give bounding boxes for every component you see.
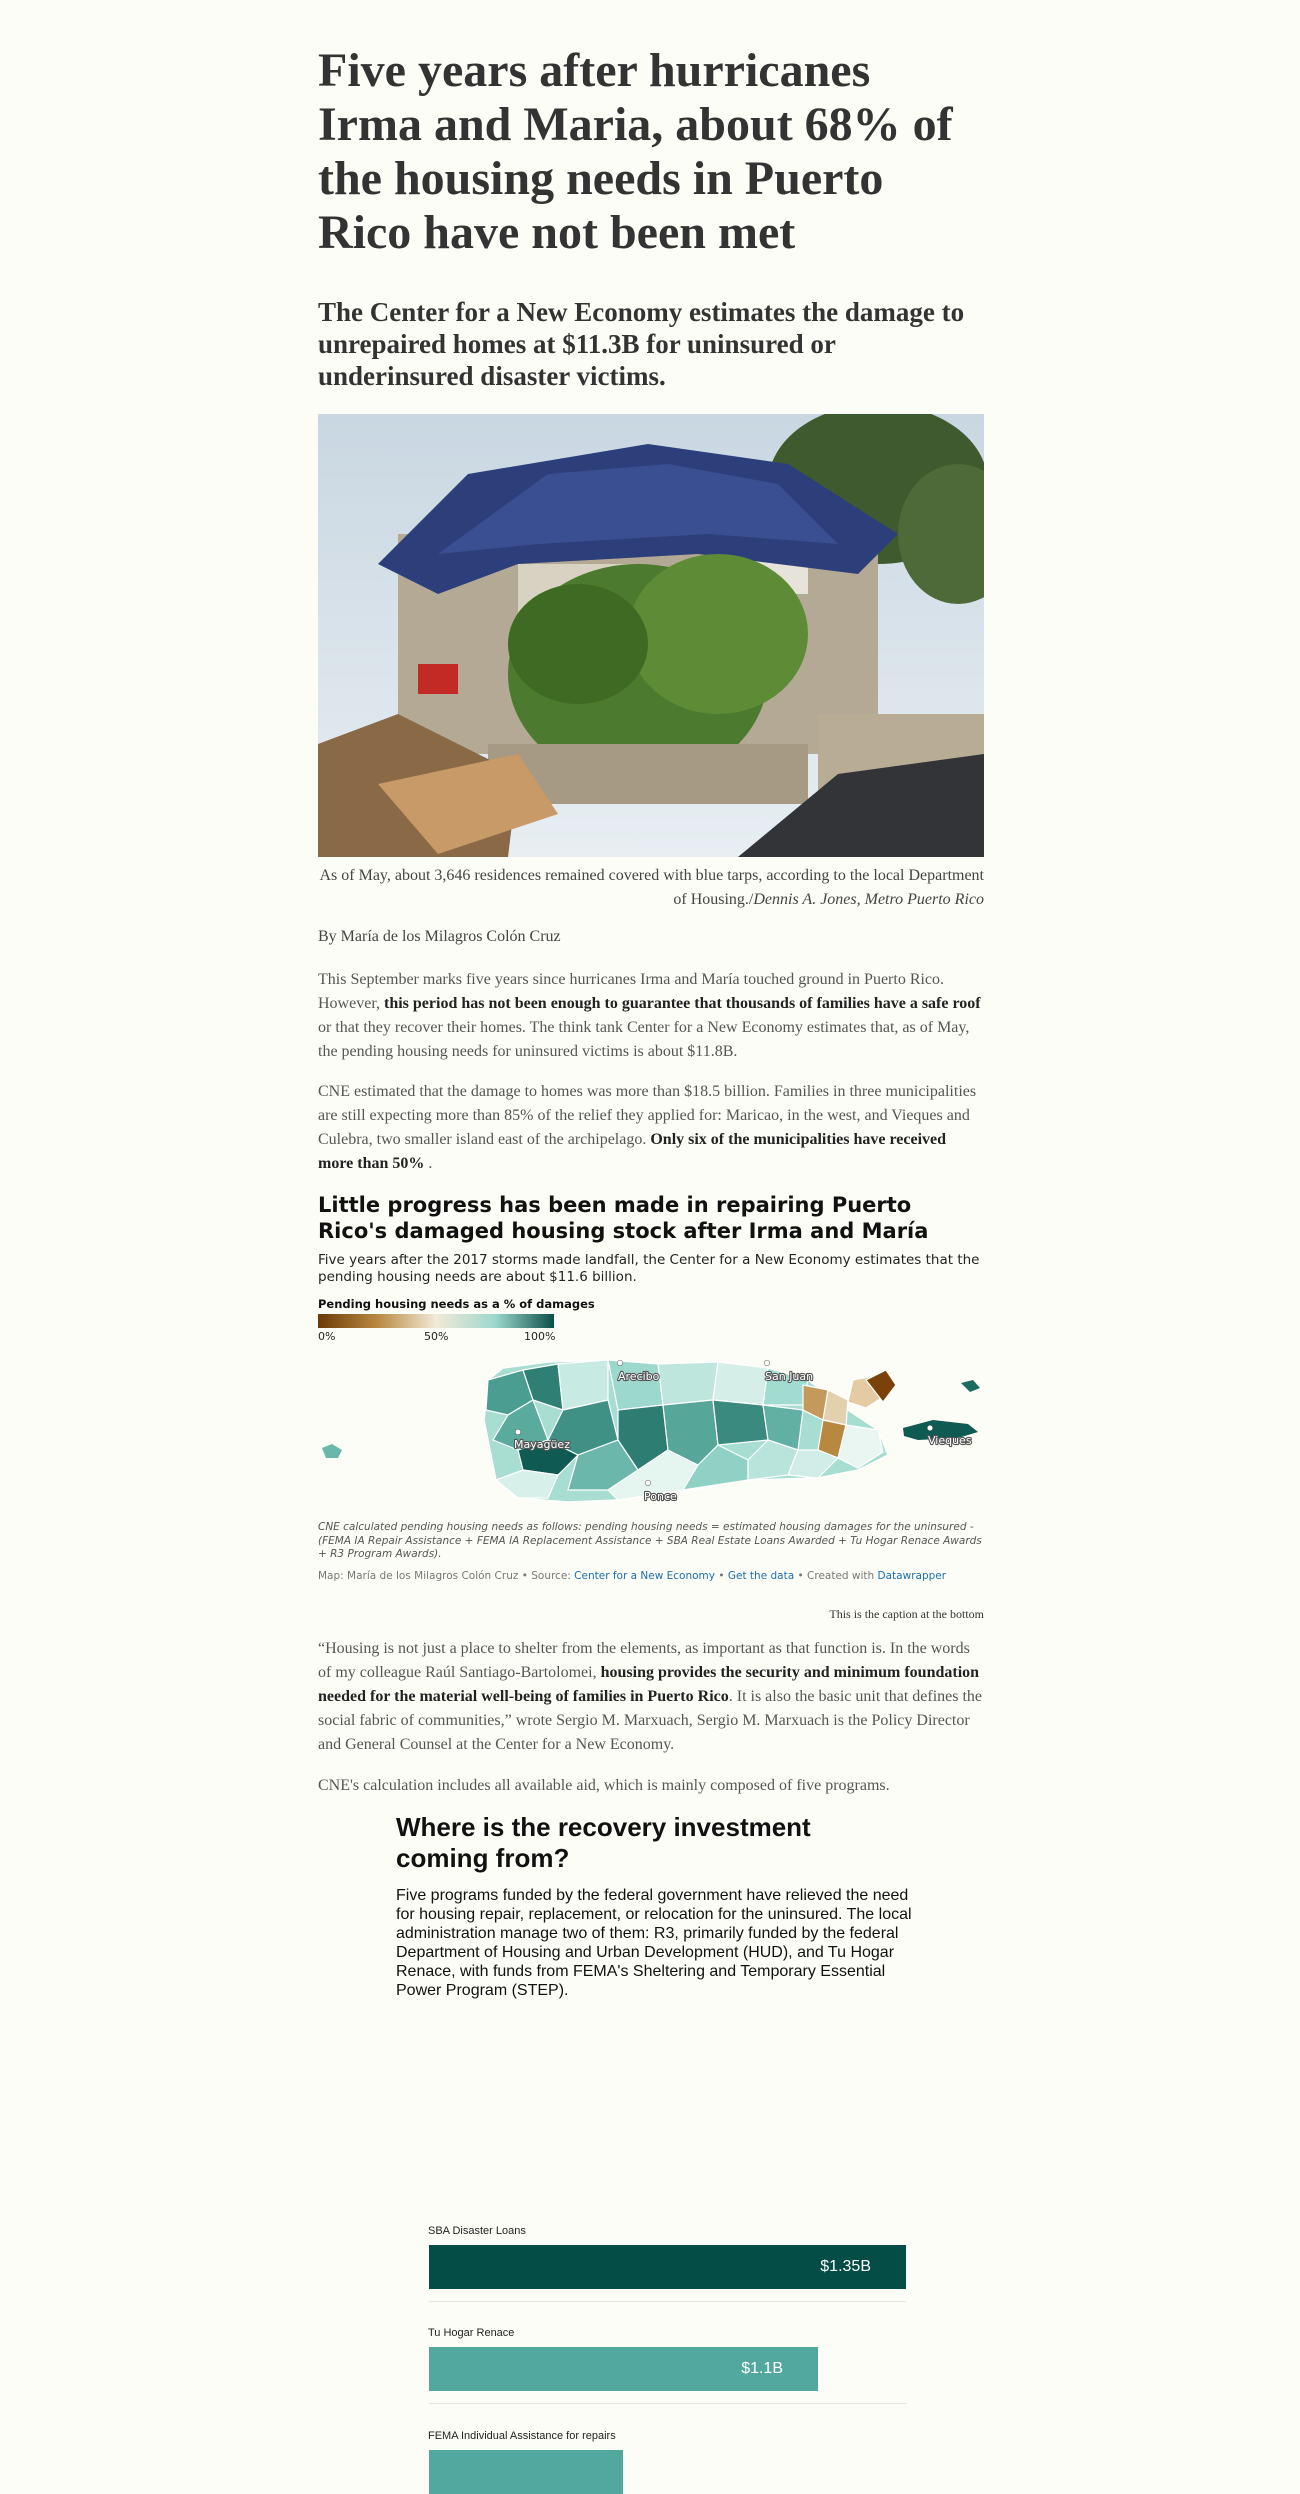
culebra-island[interactable] bbox=[961, 1380, 980, 1392]
ponce-marker bbox=[645, 1480, 651, 1486]
bar-value-label: $1.1B bbox=[741, 2360, 783, 2377]
paragraph-1-bold: this period has not been enough to guara… bbox=[384, 995, 981, 1012]
mona-island bbox=[322, 1444, 342, 1458]
bar-separator bbox=[429, 2301, 906, 2302]
city-label-ponce: Ponce bbox=[644, 1490, 677, 1503]
paragraph-2: CNE estimated that the damage to homes w… bbox=[318, 1080, 984, 1176]
investment-description: Five programs funded by the federal gove… bbox=[396, 1887, 912, 1999]
municipality[interactable] bbox=[607, 1359, 664, 1411]
municipality[interactable] bbox=[657, 1361, 719, 1406]
map-methodology-note: CNE calculated pending housing needs as … bbox=[318, 1521, 982, 1560]
map-title: Little progress has been made in repairi… bbox=[318, 1193, 929, 1243]
photo-caption: As of May, about 3,646 residences remain… bbox=[318, 864, 984, 912]
bar[interactable] bbox=[429, 2450, 623, 2494]
bar[interactable]: $1.35B bbox=[429, 2245, 906, 2289]
paragraph-1: This September marks five years since hu… bbox=[318, 968, 984, 1064]
datawrapper-link[interactable]: Datawrapper bbox=[878, 1570, 947, 1582]
legend-title: Pending housing needs as a % of damages bbox=[318, 1297, 595, 1311]
city-label-arecibo: Arecibo bbox=[618, 1370, 660, 1383]
mayaguez-marker bbox=[515, 1429, 521, 1435]
city-label-mayaguez: Mayagüez bbox=[514, 1438, 570, 1451]
map-source-prefix: Map: María de los Milagros Colón Cruz • … bbox=[318, 1570, 575, 1582]
puerto-rico-map[interactable]: Arecibo San Juan Mayagüez Ponce Vieques bbox=[318, 1340, 984, 1515]
source-link[interactable]: Center for a New Economy bbox=[574, 1570, 715, 1582]
bar[interactable]: $1.1B bbox=[429, 2347, 818, 2391]
paragraph-1-text-c: or that they recover their homes. The th… bbox=[318, 1019, 970, 1060]
city-label-san-juan: San Juan bbox=[765, 1370, 813, 1383]
bar-label: FEMA Individual Assistance for repairs bbox=[428, 2430, 616, 2442]
headline: Five years after hurricanes Irma and Mar… bbox=[318, 44, 953, 259]
map-description: Five years after the 2017 storms made la… bbox=[318, 1252, 980, 1285]
city-label-vieques: Vieques bbox=[928, 1434, 972, 1447]
paragraph-2-text-c: . bbox=[424, 1155, 433, 1172]
byline: By María de los Milagros Colón Cruz bbox=[318, 928, 561, 945]
san-juan-marker bbox=[764, 1360, 770, 1366]
photo-credit: Dennis A. Jones, Metro Puerto Rico bbox=[753, 891, 984, 908]
paragraph-3: “Housing is not just a place to shelter … bbox=[318, 1637, 984, 1757]
created-with-text: • Created with bbox=[794, 1570, 878, 1582]
map-source-separator: • bbox=[715, 1570, 728, 1582]
bar-value-label: $1.35B bbox=[820, 2258, 871, 2275]
legend-color-scale bbox=[318, 1314, 554, 1328]
get-data-link[interactable]: Get the data bbox=[728, 1570, 794, 1582]
bar-separator bbox=[429, 2403, 906, 2404]
arecibo-marker bbox=[617, 1360, 623, 1366]
bottom-caption: This is the caption at the bottom bbox=[829, 1607, 984, 1621]
map-source-line: Map: María de los Milagros Colón Cruz • … bbox=[318, 1570, 984, 1582]
vieques-marker bbox=[927, 1425, 933, 1431]
hero-photo bbox=[318, 414, 984, 857]
investment-bar-chart: SBA Disaster Loans $1.35B Tu Hogar Renace $… bbox=[396, 2000, 906, 2494]
bar-label: Tu Hogar Renace bbox=[428, 2327, 515, 2339]
subheadline: The Center for a New Economy estimates t… bbox=[318, 297, 965, 391]
paragraph-4: CNE's calculation includes all available… bbox=[318, 1777, 890, 1794]
investment-title: Where is the recovery investment coming … bbox=[396, 1812, 811, 1873]
municipality[interactable] bbox=[822, 1389, 849, 1426]
bar-label: SBA Disaster Loans bbox=[428, 2225, 526, 2237]
municipality[interactable] bbox=[712, 1361, 769, 1406]
municipality[interactable] bbox=[712, 1399, 769, 1446]
